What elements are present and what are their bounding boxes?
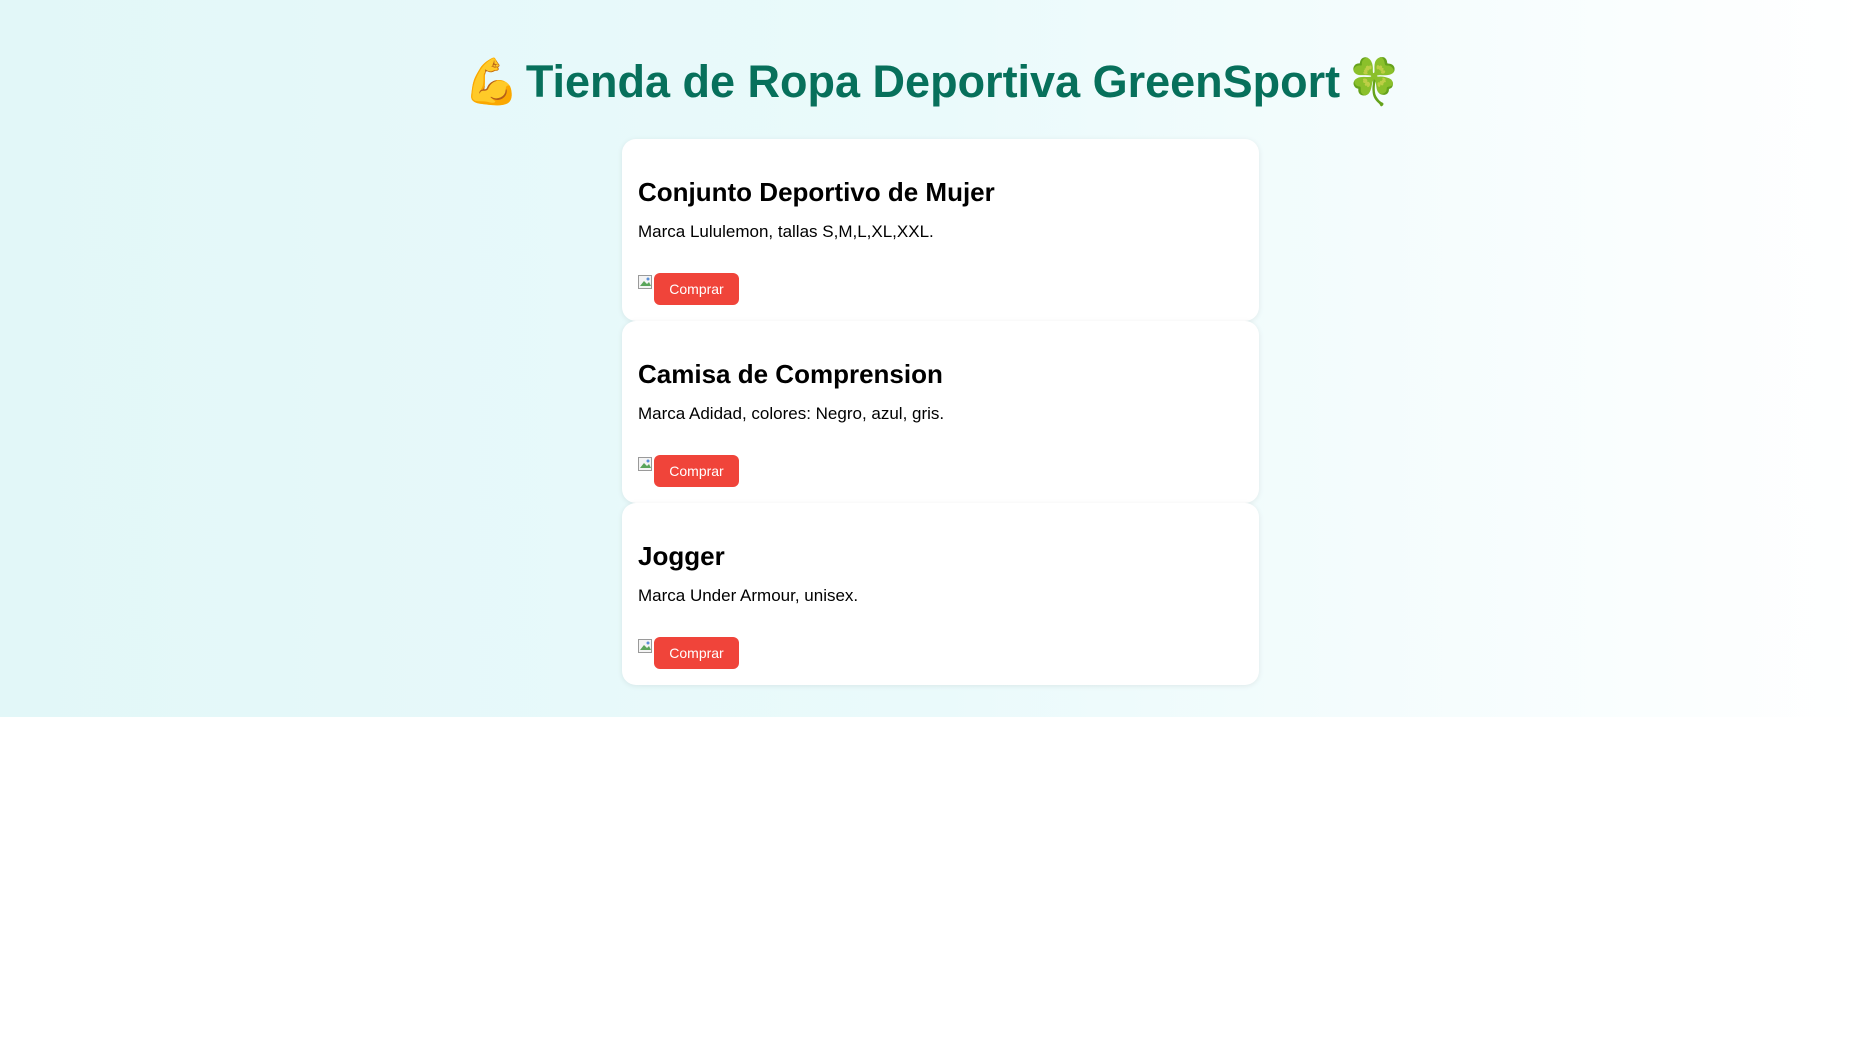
- broken-image-icon: [638, 275, 654, 291]
- buy-button[interactable]: Comprar: [654, 637, 739, 669]
- flexed-biceps-icon: 💪: [463, 55, 520, 108]
- broken-image-icon: [638, 639, 654, 655]
- product-description: Marca Adidad, colores: Negro, azul, gris…: [638, 404, 945, 423]
- product-list: Conjunto Deportivo de Mujer Marca Lulule…: [622, 139, 1259, 685]
- product-description: Marca Under Armour, unisex.: [638, 586, 859, 605]
- product-name: Conjunto Deportivo de Mujer: [638, 177, 995, 207]
- broken-image-icon: [638, 457, 654, 473]
- product-name: Camisa de Comprension: [638, 359, 943, 389]
- product-actions: Comprar: [638, 637, 739, 669]
- buy-button[interactable]: Comprar: [654, 273, 739, 305]
- product-card: Conjunto Deportivo de Mujer Marca Lulule…: [622, 139, 1259, 321]
- product-name: Jogger: [638, 541, 725, 571]
- product-actions: Comprar: [638, 455, 739, 487]
- page-title-text: Tienda de Ropa Deportiva GreenSport: [525, 56, 1341, 107]
- product-card: Jogger Marca Under Armour, unisex. Compr…: [622, 503, 1259, 685]
- product-card: Camisa de Comprension Marca Adidad, colo…: [622, 321, 1259, 503]
- buy-button[interactable]: Comprar: [654, 455, 739, 487]
- product-description: Marca Lululemon, tallas S,M,L,XL,XXL.: [638, 222, 934, 241]
- four-leaf-clover-icon: 🍀: [1346, 55, 1403, 108]
- page-title: 💪 Tienda de Ropa Deportiva GreenSport 🍀: [0, 56, 1866, 108]
- product-actions: Comprar: [638, 273, 739, 305]
